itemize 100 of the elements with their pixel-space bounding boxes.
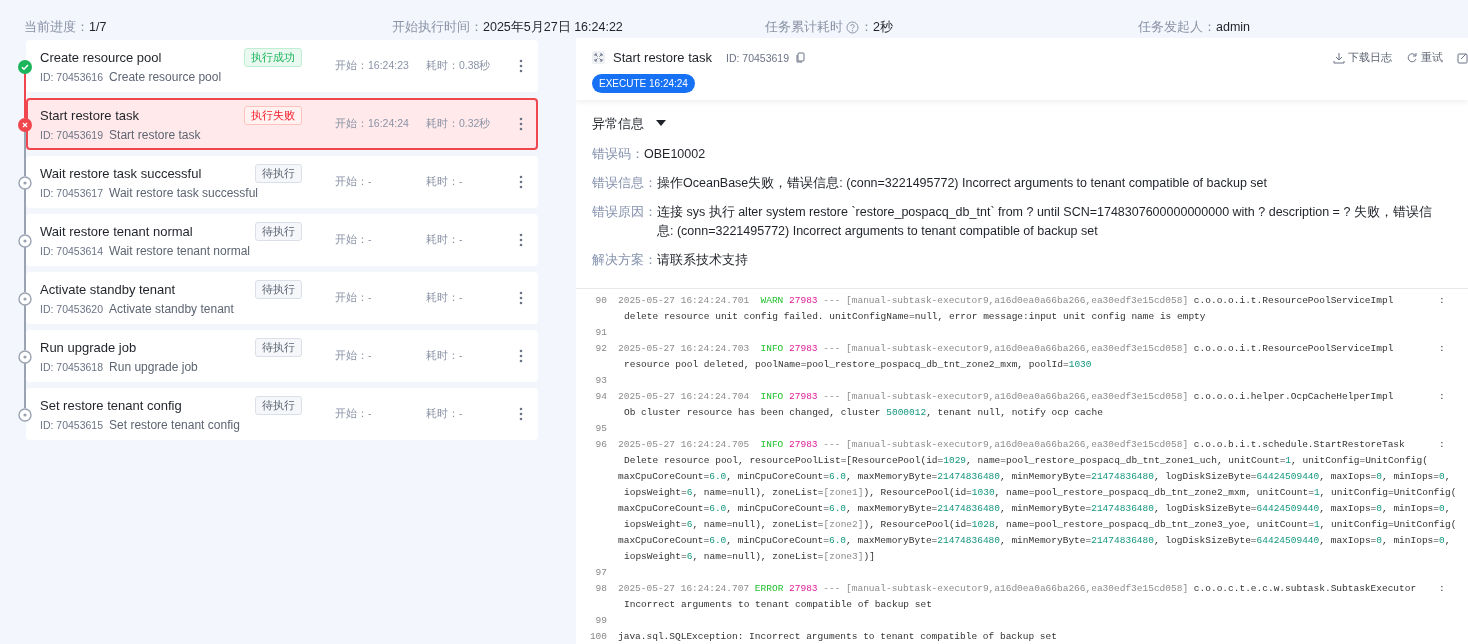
more-icon[interactable] xyxy=(518,348,524,364)
log-line: resource pool deleted, poolName=pool_restore_pospacq_db_tnt_zone2_mxm, poolId=1030 xyxy=(623,358,1092,370)
more-icon[interactable] xyxy=(518,116,524,132)
log-line: delete resource unit config failed. unitConfigName=null, error message:input unit config name is empty xyxy=(623,310,1206,322)
edit-icon[interactable] xyxy=(1457,51,1468,64)
line-number: 96 xyxy=(594,438,607,450)
summary-value: admin xyxy=(1216,20,1251,34)
more-icon[interactable] xyxy=(518,174,524,190)
step-name: Activate standby tenant xyxy=(109,302,234,316)
step-name: Start restore task xyxy=(109,128,201,142)
step-card[interactable]: Activate standby tenant 待执行 ID: 70453620 Activate standby tenant 开始：- 耗时：- xyxy=(26,272,538,324)
duration: 耗时：- xyxy=(426,349,464,363)
pending-icon xyxy=(18,292,32,306)
summary-label: 任务累计耗时 xyxy=(765,18,843,36)
summary-value: 2秒 xyxy=(873,18,893,36)
line-number: 94 xyxy=(594,390,607,402)
log-line: maxCpuCoreCount=6.0, minCpuCoreCount=6.0, maxMemoryByte=21474836480, minMemoryByte=21474836480, logDiskSizeByte=64424509440, maxIops=0, minIops=0, xyxy=(618,534,1451,546)
field-label: 错误原因： xyxy=(592,204,657,221)
start-time: 开始：- xyxy=(335,407,373,421)
line-number: 95 xyxy=(594,422,607,434)
summary-value: 1/7 xyxy=(89,20,107,34)
line-number: 90 xyxy=(594,294,607,306)
step-title: Set restore tenant config xyxy=(40,398,182,413)
timeline-line xyxy=(24,246,26,292)
summary-label: ： xyxy=(860,18,873,36)
collapse-icon[interactable] xyxy=(592,51,605,64)
download-icon xyxy=(1333,51,1345,64)
log-line: iopsWeight=6, name=null), zoneList=[zone3])] xyxy=(623,550,875,562)
status-tag: 待执行 xyxy=(255,222,302,241)
step-card[interactable]: Wait restore tenant normal 待执行 ID: 70453614 Wait restore tenant normal 开始：- 耗时：- xyxy=(26,214,538,266)
line-number: 93 xyxy=(594,374,607,386)
step-id: ID: 70453615 xyxy=(40,419,104,431)
status-badge: EXECUTE 16:24:24 xyxy=(592,74,695,93)
log-line: 2025-05-27 16:24:24.703 INFO 27983 --- [manual-subtask-executor9,a16d0ea0a66ba266,ea30edf3e15cd058] c.o.o.o.i.t.ResourcePoolServiceImpl : xyxy=(618,342,1445,354)
field-value: 连接 sys 执行 alter system restore `restore_pospacq_db_tnt` from ? until SCN=1748307600000000000 with ? description = ? 失败，错误信息: (conn=3221495772) Incorrect arguments to tenant compatible of backup set xyxy=(657,204,1433,240)
log-line: 2025-05-27 16:24:24.704 INFO 27983 --- [manual-subtask-executor9,a16d0ea0a66ba266,ea30edf3e15cd058] c.o.o.o.i.helper.OcpCacheHelperImpl : xyxy=(618,390,1445,402)
status-tag: 执行失败 xyxy=(244,106,302,125)
pending-icon xyxy=(18,176,32,190)
summary-label: 开始执行时间： xyxy=(392,18,483,36)
line-number: 98 xyxy=(594,582,607,594)
action-button[interactable]: 下载日志 xyxy=(1333,50,1392,65)
step-card[interactable]: Set restore tenant config 待执行 ID: 70453615 Set restore tenant config 开始：- 耗时：- xyxy=(26,388,538,440)
step-name: Wait restore tenant normal xyxy=(109,244,250,258)
log-line: iopsWeight=6, name=null), zoneList=[zone2]), ResourcePool(id=1028, name=pool_restore_pospacq_db_tnt_zone3_yoe, unitCount=1, unitConfig=UnitConfig( xyxy=(623,518,1457,530)
more-icon[interactable] xyxy=(518,406,524,422)
log-line: Delete resource pool, resourcePoolList=[ResourcePool(id=1029, name=pool_restore_pospacq_db_tnt_zone1_uch, unitCount=1, unitConfig=UnitConfig( xyxy=(623,454,1428,466)
more-icon[interactable] xyxy=(518,290,524,306)
pending-icon xyxy=(18,234,32,248)
step-id: ID: 70453616 xyxy=(40,71,104,83)
status-tag: 待执行 xyxy=(255,164,302,183)
timeline-line xyxy=(24,72,26,118)
start-time: 开始：- xyxy=(335,349,373,363)
field-label: 解决方案： xyxy=(592,252,657,269)
log-line: 2025-05-27 16:24:24.705 INFO 27983 --- [manual-subtask-executor9,a16d0ea0a66ba266,ea30edf3e15cd058] c.o.o.b.i.t.schedule.StartRestoreTask : xyxy=(618,438,1445,450)
section-title: 异常信息 xyxy=(592,116,644,133)
duration: 耗时：- xyxy=(426,291,464,305)
step-card[interactable]: Create resource pool 执行成功 ID: 70453616 Create resource pool 开始：16:24:23 耗时：0.38秒 xyxy=(26,40,538,92)
log-line: maxCpuCoreCount=6.0, minCpuCoreCount=6.0, maxMemoryByte=21474836480, minMemoryByte=21474836480, logDiskSizeByte=64424509440, maxIops=0, minIops=0, xyxy=(618,502,1451,514)
duration: 耗时：- xyxy=(426,407,464,421)
step-title: Wait restore task successful xyxy=(40,166,202,181)
more-icon[interactable] xyxy=(518,232,524,248)
summary-label: 当前进度： xyxy=(24,18,89,36)
refresh-icon xyxy=(1406,51,1418,64)
step-name: Wait restore task successful xyxy=(109,186,258,200)
copy-icon[interactable] xyxy=(795,52,807,63)
duration: 耗时：0.38秒 xyxy=(426,59,492,73)
start-time: 开始：- xyxy=(335,175,373,189)
field-value: 操作OceanBase失败，错误信息: (conn=3221495772) Incorrect arguments to tenant compatible of backup set xyxy=(657,175,1268,192)
more-icon[interactable] xyxy=(518,58,524,74)
step-id: ID: 70453620 xyxy=(40,303,104,315)
line-number: 91 xyxy=(594,326,607,338)
step-title: Activate standby tenant xyxy=(40,282,176,297)
pending-icon xyxy=(18,350,32,364)
start-time: 开始：- xyxy=(335,291,373,305)
step-title: Run upgrade job xyxy=(40,340,137,355)
step-title: Wait restore tenant normal xyxy=(40,224,193,239)
step-card[interactable]: Wait restore task successful 待执行 ID: 70453617 Wait restore task successful 开始：- 耗时：- xyxy=(26,156,538,208)
field-label: 错误码： xyxy=(592,146,644,163)
detail-id: ID: 70453619 xyxy=(726,51,790,64)
status-tag: 待执行 xyxy=(255,338,302,357)
log-line: 2025-05-27 16:24:24.701 WARN 27983 --- [manual-subtask-executor9,a16d0ea0a66ba266,ea30edf3e15cd058] c.o.o.o.i.t.ResourcePoolServiceImpl : xyxy=(618,294,1445,306)
log-line: iopsWeight=6, name=null), zoneList=[zone1]), ResourcePool(id=1030, name=pool_restore_pospacq_db_tnt_zone2_mxm, unitCount=1, unitConfig=UnitConfig( xyxy=(623,486,1457,498)
timeline-line xyxy=(24,188,26,234)
step-id: ID: 70453614 xyxy=(40,245,104,257)
field-value: OBE10002 xyxy=(644,146,706,163)
line-number: 97 xyxy=(594,566,607,578)
log-line: java.sql.SQLException: Incorrect arguments to tenant compatible of backup set xyxy=(618,630,1057,642)
log-line: maxCpuCoreCount=6.0, minCpuCoreCount=6.0, maxMemoryByte=21474836480, minMemoryByte=21474836480, logDiskSizeByte=64424509440, maxIops=0, minIops=0, xyxy=(618,470,1451,482)
step-id: ID: 70453619 xyxy=(40,129,104,141)
status-tag: 待执行 xyxy=(255,396,302,415)
step-name: Run upgrade job xyxy=(109,360,198,374)
line-number: 100 xyxy=(588,630,607,642)
status-tag: 执行成功 xyxy=(244,48,302,67)
status-tag: 待执行 xyxy=(255,280,302,299)
step-card[interactable]: Start restore task 执行失败 ID: 70453619 Start restore task 开始：16:24:24 耗时：0.32秒 xyxy=(26,98,538,150)
step-card[interactable]: Run upgrade job 待执行 ID: 70453618 Run upgrade job 开始：- 耗时：- xyxy=(26,330,538,382)
action-button[interactable]: 重试 xyxy=(1406,50,1443,65)
step-title: Start restore task xyxy=(40,108,139,123)
start-time: 开始：16:24:23 xyxy=(335,59,410,73)
duration: 耗时：- xyxy=(426,233,464,247)
